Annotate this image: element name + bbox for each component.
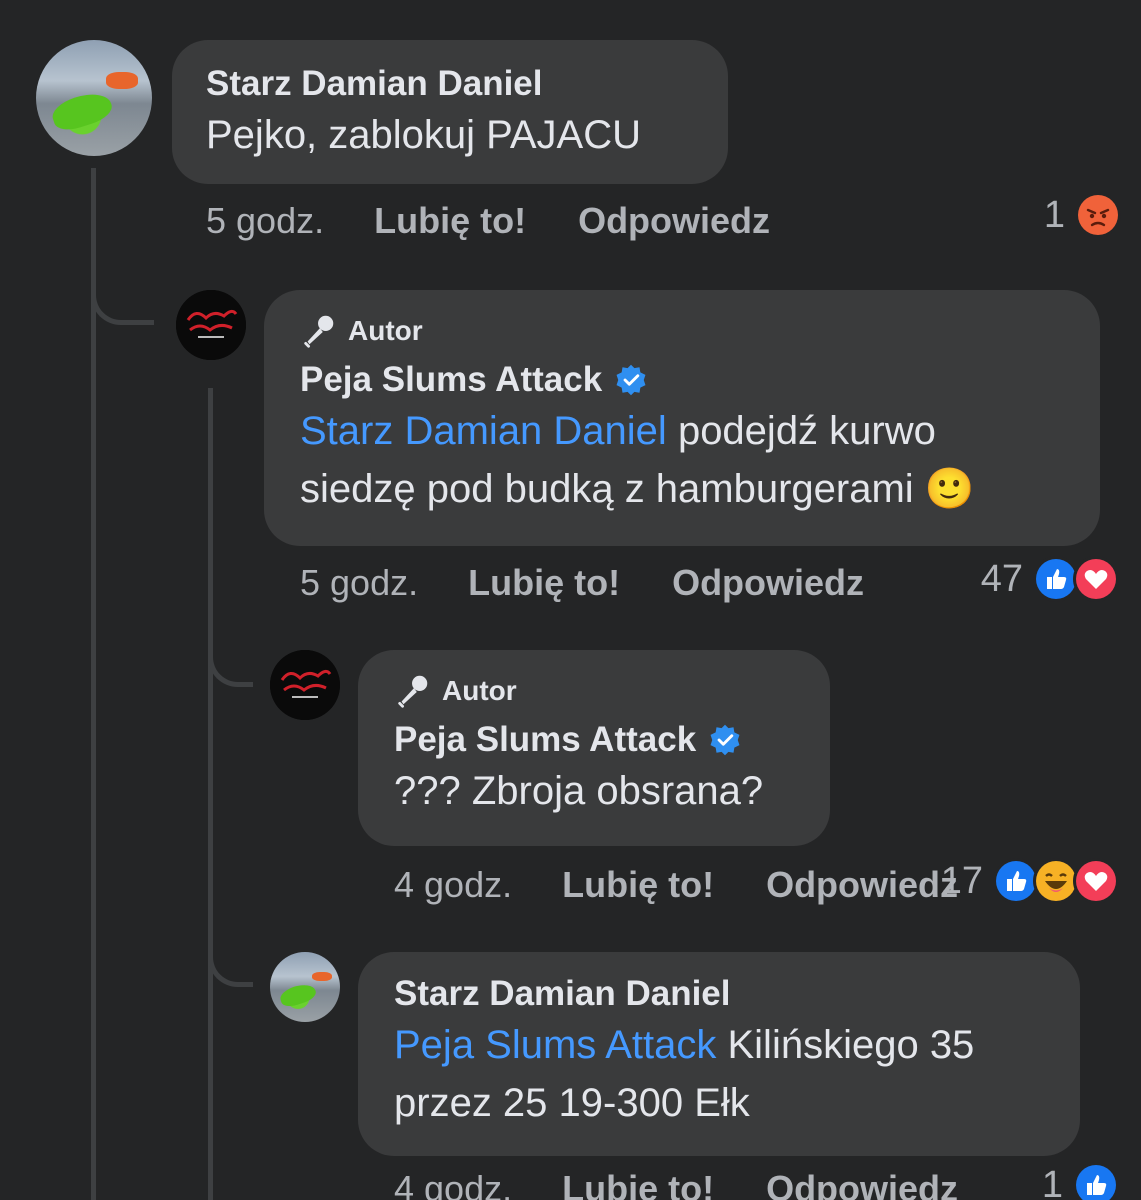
reply-button[interactable]: Odpowiedz bbox=[766, 1168, 958, 1200]
avatar[interactable] bbox=[270, 650, 340, 720]
comment-text: Peja Slums Attack Kilińskiego 35 przez 2… bbox=[394, 1023, 975, 1125]
comment-meta: 5 godz. Lubię to! Odpowiedz bbox=[300, 562, 916, 604]
comment-text: ??? Zbroja obsrana? bbox=[394, 769, 764, 813]
comment-author[interactable]: Peja Slums Attack bbox=[300, 360, 1064, 400]
like-button[interactable]: Lubię to! bbox=[562, 1168, 714, 1200]
emoji-slight-smile: 🙂 bbox=[924, 467, 975, 511]
comment-bubble: Starz Damian Daniel Pejko, zablokuj PAJA… bbox=[172, 40, 728, 184]
reaction-count: 17 bbox=[940, 859, 983, 902]
avatar[interactable] bbox=[176, 290, 246, 360]
reactions-summary[interactable]: 17 bbox=[941, 858, 1119, 904]
reply-button[interactable]: Odpowiedz bbox=[672, 562, 864, 604]
comment-author[interactable]: Peja Slums Attack bbox=[394, 720, 794, 760]
thread-connector-1 bbox=[91, 250, 154, 325]
love-icon bbox=[1073, 858, 1119, 904]
like-button[interactable]: Lubię to! bbox=[374, 200, 526, 242]
comment-author-name[interactable]: Peja Slums Attack bbox=[300, 360, 602, 400]
comment-meta: 4 godz. Lubię to! Odpowiedz bbox=[394, 1168, 1010, 1200]
microphone-icon bbox=[304, 315, 334, 348]
like-button[interactable]: Lubię to! bbox=[468, 562, 620, 604]
author-badge: Autor bbox=[394, 672, 794, 710]
reactions-summary[interactable]: 47 bbox=[981, 556, 1119, 602]
comment-time[interactable]: 4 godz. bbox=[394, 864, 512, 906]
thread-connector-3 bbox=[208, 920, 253, 987]
comment-meta: 5 godz. Lubię to! Odpowiedz bbox=[206, 200, 822, 242]
author-badge-label: Autor bbox=[442, 675, 517, 706]
like-icon bbox=[1073, 1162, 1119, 1200]
comment-author[interactable]: Starz Damian Daniel bbox=[206, 64, 694, 104]
comment-author[interactable]: Starz Damian Daniel bbox=[394, 974, 1044, 1014]
logo-icon bbox=[176, 290, 246, 360]
author-badge: Autor bbox=[300, 312, 1064, 350]
reactions-summary[interactable]: 1 bbox=[1042, 1162, 1119, 1200]
angry-icon bbox=[1075, 192, 1121, 238]
avatar[interactable] bbox=[270, 952, 340, 1022]
reaction-count: 1 bbox=[1043, 193, 1065, 236]
mention-link[interactable]: Starz Damian Daniel bbox=[300, 409, 667, 453]
logo-icon bbox=[270, 650, 340, 720]
love-icon bbox=[1073, 556, 1119, 602]
verified-badge-icon bbox=[710, 724, 740, 756]
comment-meta: 4 godz. Lubię to! Odpowiedz bbox=[394, 864, 1010, 906]
comment-text: Starz Damian Daniel podejdź kurwo siedzę… bbox=[300, 409, 975, 511]
comment-author-name[interactable]: Peja Slums Attack bbox=[394, 720, 696, 760]
comment-bubble: Autor Peja Slums Attack Starz Damian Dan… bbox=[264, 290, 1100, 546]
reaction-count: 47 bbox=[980, 557, 1023, 600]
reply-button[interactable]: Odpowiedz bbox=[766, 864, 958, 906]
comment-bubble: Starz Damian Daniel Peja Slums Attack Ki… bbox=[358, 952, 1080, 1156]
comment-time[interactable]: 5 godz. bbox=[206, 200, 324, 242]
comment-time[interactable]: 5 godz. bbox=[300, 562, 418, 604]
comment-bubble: Autor Peja Slums Attack ??? Zbroja obsra… bbox=[358, 650, 830, 846]
comment-text: Pejko, zablokuj PAJACU bbox=[206, 113, 641, 157]
comment-time[interactable]: 4 godz. bbox=[394, 1168, 512, 1200]
reaction-count: 1 bbox=[1041, 1163, 1063, 1200]
thread-line-reply bbox=[208, 388, 213, 1200]
mention-link[interactable]: Peja Slums Attack bbox=[394, 1023, 716, 1067]
comment-thread: Starz Damian Daniel Pejko, zablokuj PAJA… bbox=[0, 0, 1141, 1200]
like-button[interactable]: Lubię to! bbox=[562, 864, 714, 906]
reply-button[interactable]: Odpowiedz bbox=[578, 200, 770, 242]
microphone-icon bbox=[398, 675, 428, 708]
author-badge-label: Autor bbox=[348, 315, 423, 346]
reactions-summary[interactable]: 1 bbox=[1044, 192, 1121, 238]
thread-connector-2 bbox=[208, 620, 253, 687]
thread-line-main bbox=[91, 168, 96, 1200]
avatar[interactable] bbox=[36, 40, 152, 156]
verified-badge-icon bbox=[616, 364, 646, 396]
